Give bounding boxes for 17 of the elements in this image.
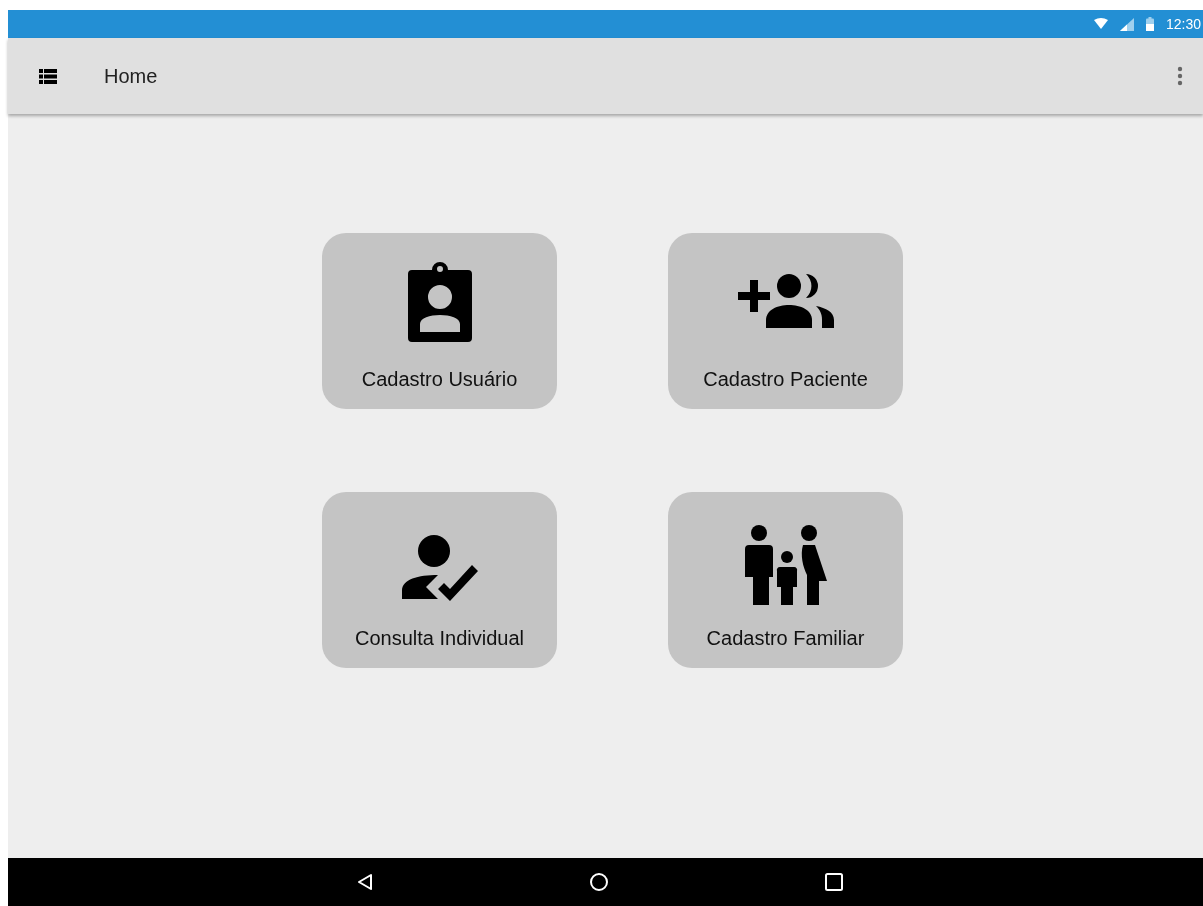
family-icon (744, 525, 827, 605)
home-icon[interactable] (588, 872, 609, 892)
menu-card[interactable]: Cadastro Familiar (668, 492, 903, 668)
menu-card[interactable]: Cadastro Usuário (322, 233, 557, 409)
status-time: 12:30 (1165, 16, 1201, 32)
list-icon[interactable] (39, 68, 57, 84)
wifi-icon (1093, 18, 1108, 30)
battery-icon (1145, 17, 1154, 31)
menu-card[interactable]: Consulta Individual (322, 492, 557, 668)
signal-icon (1119, 17, 1134, 31)
back-icon[interactable] (356, 873, 373, 891)
more-icon[interactable] (1177, 66, 1183, 86)
menu-card[interactable]: Cadastro Paciente (668, 233, 903, 409)
recents-icon[interactable] (824, 873, 843, 891)
add-people-icon (737, 274, 834, 328)
person-check-icon (401, 535, 478, 601)
app-title: Home (104, 64, 159, 88)
